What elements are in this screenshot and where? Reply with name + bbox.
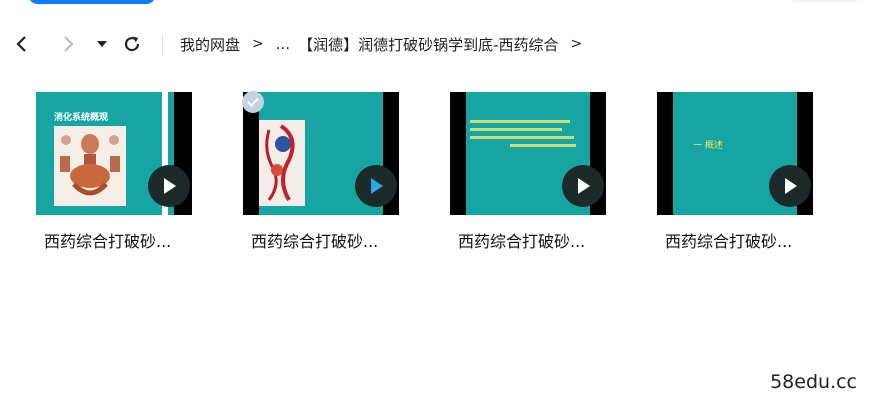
caret-down-icon xyxy=(97,41,107,47)
breadcrumb-ellipsis[interactable]: ... xyxy=(276,35,290,53)
watermark: 58edu.cc xyxy=(770,371,857,393)
file-card[interactable]: 消化系统概观 西药综合打破砂... xyxy=(36,92,192,262)
breadcrumb-root[interactable]: 我的网盘 xyxy=(180,34,240,55)
anatomy-illustration xyxy=(259,120,305,206)
top-accent-bar xyxy=(28,0,156,4)
anatomy-illustration xyxy=(54,126,126,206)
play-button[interactable] xyxy=(562,165,604,207)
slide-heading: 一 概述 xyxy=(693,141,723,151)
play-button[interactable] xyxy=(355,165,397,207)
history-dropdown-button[interactable] xyxy=(88,28,116,60)
file-name: 西药综合打破砂... xyxy=(665,232,793,251)
file-card[interactable]: 西药综合打破砂... xyxy=(242,91,399,262)
selected-check-icon[interactable] xyxy=(242,91,264,113)
play-button[interactable] xyxy=(148,165,190,207)
top-right-chip xyxy=(790,0,860,2)
refresh-button[interactable] xyxy=(118,28,146,60)
file-name: 西药综合打破砂... xyxy=(44,232,172,251)
video-thumbnail xyxy=(243,92,399,215)
file-name: 西药综合打破砂... xyxy=(458,232,586,251)
video-thumbnail: 消化系统概观 xyxy=(36,92,192,215)
video-thumbnail xyxy=(450,92,606,215)
toolbar-divider xyxy=(162,34,163,56)
chevron-left-icon xyxy=(16,36,26,52)
refresh-icon xyxy=(124,36,140,52)
slide-title: 消化系统概观 xyxy=(54,113,109,123)
breadcrumb-separator: > xyxy=(252,36,264,52)
play-icon xyxy=(371,178,383,194)
chevron-right-icon xyxy=(64,36,74,52)
video-thumbnail: 一 概述 xyxy=(657,92,813,215)
navigation-bar: 我的网盘 > ... 【润德】润德打破砂锅学到底-西药综合 > xyxy=(0,24,869,64)
breadcrumb: 我的网盘 > ... 【润德】润德打破砂锅学到底-西药综合 > xyxy=(180,24,594,64)
file-name: 西药综合打破砂... xyxy=(251,232,379,251)
back-button[interactable] xyxy=(8,28,36,60)
file-card[interactable]: 一 概述 西药综合打破砂... xyxy=(657,92,813,262)
file-card[interactable]: 西药综合打破砂... xyxy=(450,92,606,262)
play-icon xyxy=(578,178,590,194)
slide-text-lines xyxy=(470,120,576,147)
play-icon xyxy=(164,178,176,194)
play-button[interactable] xyxy=(769,165,811,207)
play-icon xyxy=(785,178,797,194)
forward-button[interactable] xyxy=(54,28,82,60)
breadcrumb-current-folder[interactable]: 【润德】润德打破砂锅学到底-西药综合 xyxy=(298,34,558,55)
breadcrumb-separator[interactable]: > xyxy=(570,36,582,52)
